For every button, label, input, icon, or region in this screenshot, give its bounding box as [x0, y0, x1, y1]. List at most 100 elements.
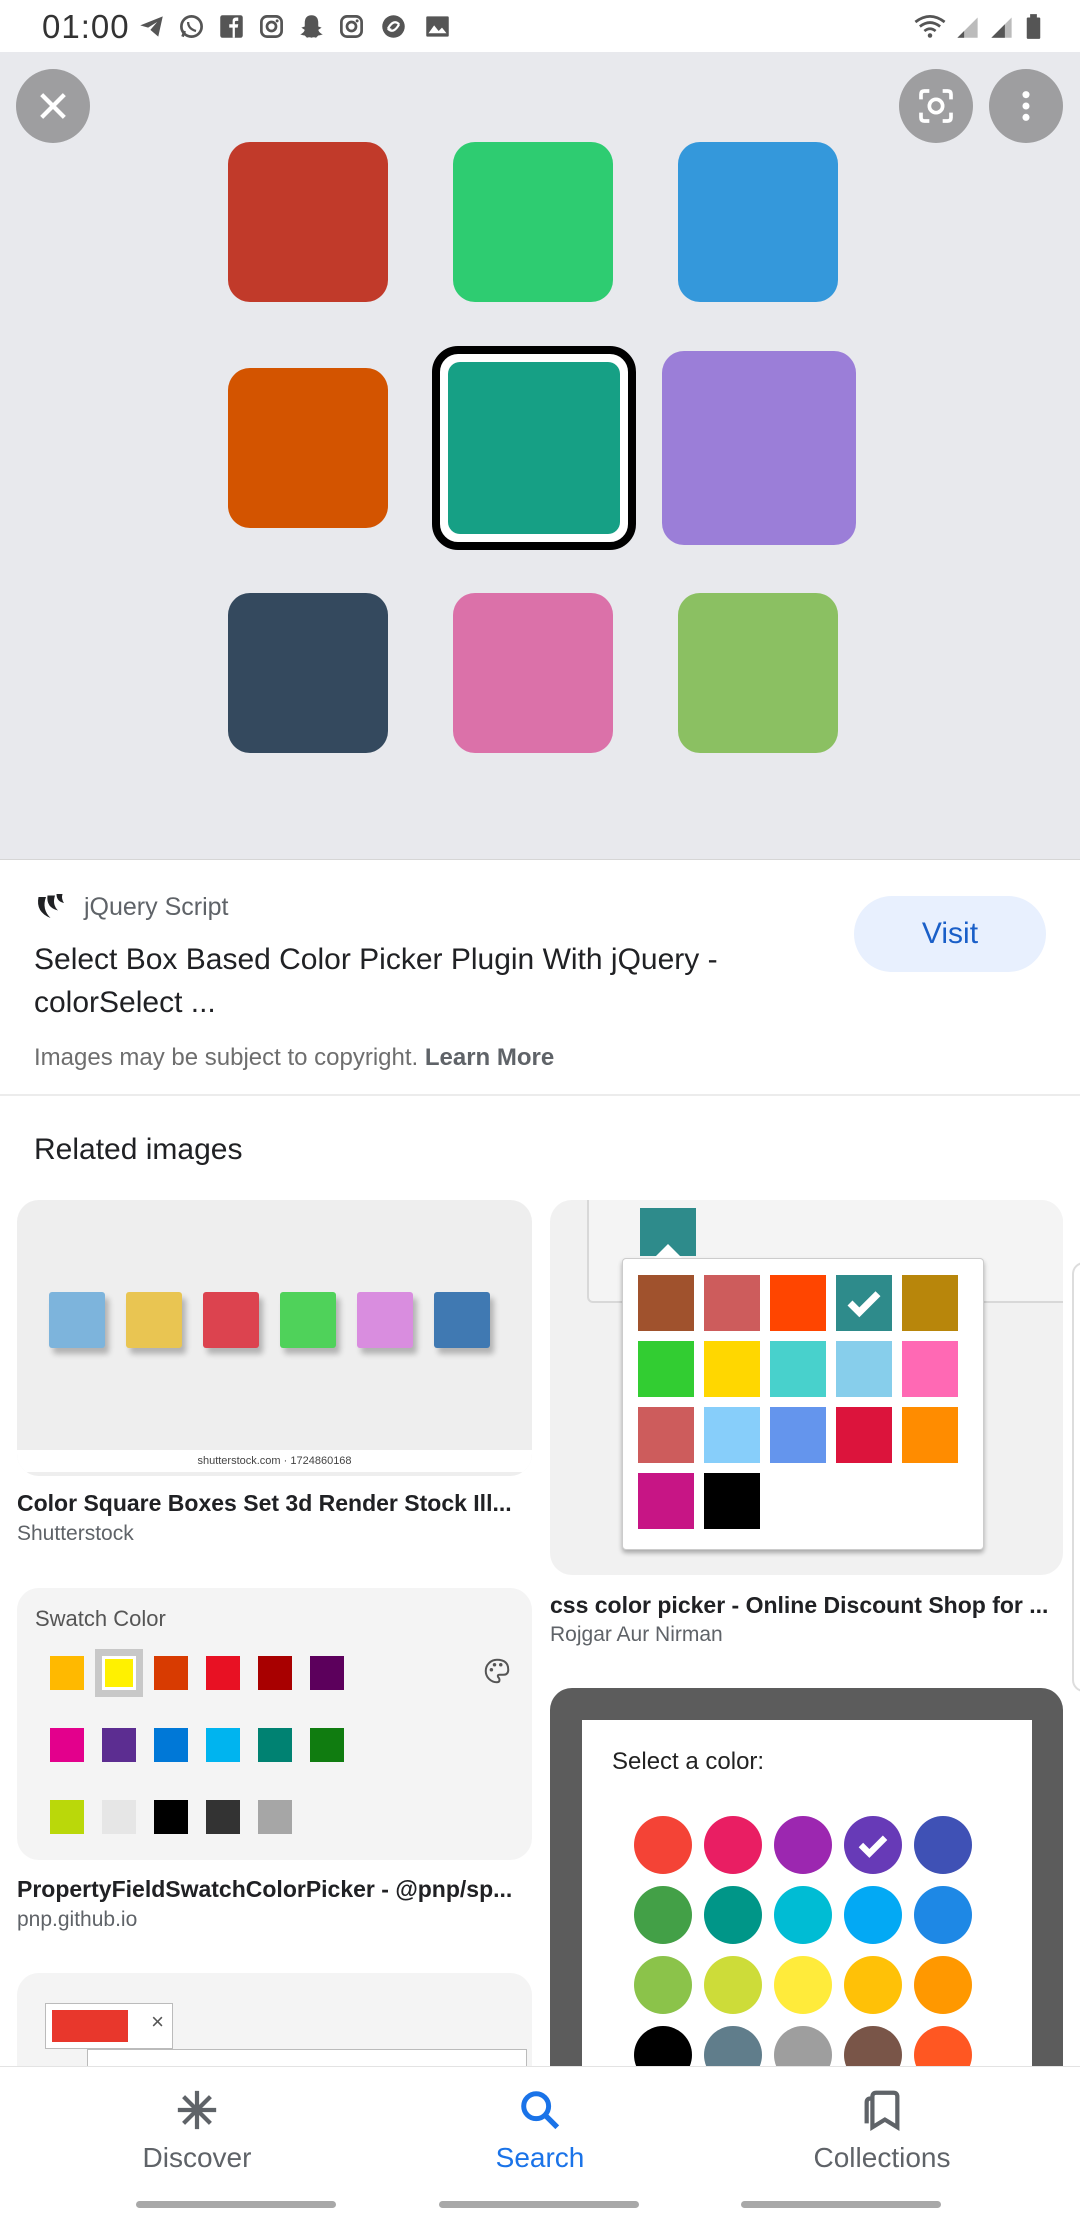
swatch-cell — [50, 1656, 84, 1690]
color-cell — [638, 1341, 694, 1397]
color-cell — [902, 1275, 958, 1331]
color-circle — [914, 1816, 972, 1874]
color-cell — [770, 1275, 826, 1331]
result-title-line: colorSelect ... — [34, 986, 216, 1019]
swatch-cell — [258, 1800, 292, 1834]
color-circle — [774, 1956, 832, 2014]
result-title[interactable]: Select Box Based Color Picker Plugin Wit… — [34, 938, 794, 1024]
nav-search[interactable]: Search — [415, 2087, 665, 2174]
close-button[interactable] — [16, 69, 90, 143]
related-image-title[interactable]: PropertyFieldSwatchColorPicker - @pnp/sp… — [17, 1876, 517, 1903]
bookmarks-icon — [864, 2090, 900, 2132]
swatch-cell — [206, 1656, 240, 1690]
gesture-pill — [136, 2201, 336, 2208]
related-image-title[interactable]: css color picker - Online Discount Shop … — [550, 1592, 1050, 1619]
color-cell — [704, 1275, 760, 1331]
whatsapp-icon — [180, 15, 203, 38]
color-box — [280, 1292, 336, 1348]
gesture-pill — [741, 2201, 941, 2208]
visit-button[interactable]: Visit — [854, 896, 1046, 972]
image-watermark: shutterstock.com · 1724860168 — [17, 1450, 532, 1472]
color-cell — [704, 1341, 760, 1397]
color-swatch — [662, 351, 856, 545]
swatch-grid — [17, 1588, 532, 1860]
color-cell — [638, 1473, 694, 1529]
related-images-heading: Related images — [34, 1133, 243, 1166]
close-icon — [40, 93, 66, 119]
color-cell — [836, 1407, 892, 1463]
nav-label: Search — [495, 2142, 585, 2173]
color-cell — [836, 1341, 892, 1397]
instagram-icon — [340, 15, 363, 38]
check-icon — [858, 1835, 888, 1858]
bottom-navigation: Discover Search Collections — [0, 2066, 1080, 2220]
result-title-line: Select Box Based Color Picker Plugin Wit… — [34, 943, 718, 976]
color-cell — [770, 1341, 826, 1397]
related-image-card[interactable]: shutterstock.com · 1724860168 — [17, 1200, 532, 1476]
color-circle — [634, 1956, 692, 2014]
color-circle — [774, 1816, 832, 1874]
picker-tab-arrow — [654, 1244, 682, 1258]
swatch-cell — [310, 1656, 344, 1690]
color-circle — [914, 1956, 972, 2014]
swatch-cell-selected — [95, 1649, 143, 1697]
color-circle — [704, 1816, 762, 1874]
lens-icon — [919, 89, 953, 123]
source-name: jQuery Script — [84, 893, 229, 921]
swatch-cell — [258, 1656, 292, 1690]
swatch-cell — [50, 1728, 84, 1762]
color-swatch — [453, 142, 613, 302]
status-bar: 01:00 — [0, 0, 1080, 52]
snapchat-icon — [300, 15, 323, 38]
color-swatch — [228, 593, 388, 753]
color-cell — [638, 1275, 694, 1331]
color-box — [357, 1292, 413, 1348]
preview-image[interactable] — [0, 52, 1080, 860]
vpn-icon — [382, 15, 405, 38]
facebook-icon — [220, 15, 243, 38]
more-options-button[interactable] — [989, 69, 1063, 143]
wifi-icon — [914, 15, 946, 38]
color-swatch — [678, 142, 838, 302]
related-image-card[interactable]: Select a color: — [550, 1688, 1063, 2088]
swatch-cell — [206, 1800, 240, 1834]
lens-button[interactable] — [899, 69, 973, 143]
picker-popup — [622, 1258, 984, 1550]
status-time: 01:00 — [42, 8, 130, 45]
related-image-card[interactable]: Swatch Color — [17, 1588, 532, 1860]
color-cell — [902, 1341, 958, 1397]
color-box — [434, 1292, 490, 1348]
color-cell — [704, 1473, 760, 1529]
color-circle — [634, 1816, 692, 1874]
color-swatch — [453, 593, 613, 753]
related-image-card[interactable] — [550, 1200, 1063, 1575]
color-swatch — [228, 142, 388, 302]
battery-icon — [1026, 14, 1041, 39]
color-box — [49, 1292, 105, 1348]
color-input: × — [45, 2003, 173, 2049]
copyright-text: Images may be subject to copyright. — [34, 1044, 419, 1071]
related-image-title[interactable]: Color Square Boxes Set 3d Render Stock I… — [17, 1490, 517, 1517]
swatch-cell — [310, 1728, 344, 1762]
color-cell-selected — [836, 1275, 892, 1331]
instagram-icon — [260, 15, 283, 38]
color-box — [126, 1292, 182, 1348]
color-circle — [844, 1956, 902, 2014]
nav-collections[interactable]: Collections — [757, 2087, 1007, 2174]
swatch-cell — [258, 1728, 292, 1762]
learn-more-link[interactable]: Learn More — [425, 1044, 554, 1071]
related-image-source: Shutterstock — [17, 1522, 134, 1545]
nav-discover[interactable]: Discover — [72, 2087, 322, 2174]
color-swatch-selected — [432, 346, 636, 550]
color-cell — [638, 1407, 694, 1463]
search-icon — [521, 2091, 560, 2130]
color-circle-grid — [582, 1720, 1032, 2088]
swatch-cell — [154, 1800, 188, 1834]
google-lens-screen: 01:00 jQuery Script Select Box Based Col… — [0, 0, 1080, 2220]
divider — [0, 1094, 1080, 1096]
next-card-edge — [1072, 1262, 1080, 1692]
check-icon — [847, 1291, 881, 1318]
signal-icon — [991, 17, 1012, 38]
color-circle — [774, 1886, 832, 1944]
color-circle — [704, 1886, 762, 1944]
